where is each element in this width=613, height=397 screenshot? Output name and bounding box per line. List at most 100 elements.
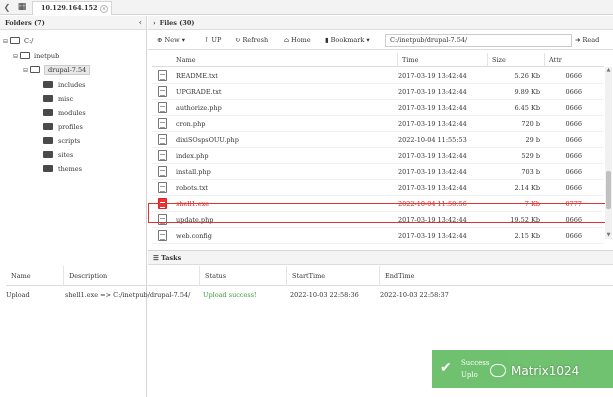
files-header: › Files (30)	[148, 16, 613, 30]
file-icon	[158, 134, 167, 145]
file-name: robots.txt	[176, 184, 208, 192]
tree-node-c[interactable]: ⊟ C:/	[3, 35, 33, 47]
folders-title: Folders (7)	[5, 19, 45, 27]
file-time: 2017-03-19 13:42:44	[398, 88, 467, 96]
col-size[interactable]: Size	[487, 53, 542, 67]
file-time: 2017-03-19 13:42:44	[398, 232, 467, 240]
tree-node-inetpub[interactable]: ⊟ inetpub	[13, 50, 59, 62]
tasks-header: ☰ Tasks	[148, 251, 613, 265]
col-name[interactable]: Name	[172, 53, 196, 67]
task-row[interactable]: Upload shell1.exe => C:/inetpub/drupal-7…	[6, 287, 613, 303]
file-row[interactable]: authorize.php 2017-03-19 13:42:44 6.45 Kb 0…	[152, 100, 604, 116]
file-attr: 0666	[565, 232, 582, 240]
scroll-up-icon[interactable]: ▲	[605, 67, 612, 74]
file-row[interactable]: README.txt 2017-03-19 13:42:44 5.26 Kb 0666	[152, 68, 604, 84]
file-time: 2022-10-04 11:55:53	[398, 136, 467, 144]
tab-close-icon[interactable]: ×	[100, 5, 108, 13]
tree-node-label: C:/	[24, 37, 34, 45]
file-row[interactable]: web.config 2017-03-19 13:42:44 2.15 Kb 0666	[152, 228, 604, 244]
watermark: Matrix1024	[490, 361, 613, 381]
files-table-header: Name Time Size Attr	[152, 53, 604, 67]
tree-node-sites[interactable]: sites	[43, 149, 73, 161]
tree-toggle-icon[interactable]: ⊟	[13, 51, 20, 63]
task-name: Upload	[6, 291, 30, 299]
watermark-text: Matrix1024	[511, 364, 580, 378]
refresh-icon: ↻	[235, 36, 241, 44]
file-name: index.php	[176, 152, 209, 160]
scrollbar-thumb[interactable]	[606, 171, 611, 209]
file-size: 720 b	[521, 120, 540, 128]
files-scrollbar[interactable]: ▲ ▼	[605, 67, 612, 239]
file-size: 703 b	[521, 168, 540, 176]
session-tab-label: 10.129.164.152	[41, 4, 98, 12]
file-time: 2017-03-19 13:42:44	[398, 152, 467, 160]
file-row[interactable]: cron.php 2017-03-19 13:42:44 720 b 0666	[152, 116, 604, 132]
tree-toggle-icon[interactable]: ⊟	[3, 36, 10, 48]
up-button[interactable]: ↑ UP	[204, 34, 221, 47]
tasks-table-header: Name Description Status StartTime EndTim…	[6, 266, 613, 286]
folders-panel: Folders (7) ‹ ⊟ C:/ ⊟ inetpub ⊟ drupal-7.54…	[0, 16, 147, 397]
file-time: 2017-03-19 13:42:44	[398, 120, 467, 128]
file-icon	[158, 86, 167, 97]
grid-menu-icon[interactable]: ▦	[15, 2, 29, 13]
tree-node-scripts[interactable]: scripts	[43, 135, 80, 147]
file-icon	[158, 166, 167, 177]
tree-toggle-icon[interactable]: ⊟	[23, 65, 30, 77]
tree-node-label: profiles	[58, 123, 83, 131]
task-col-status: Status	[199, 266, 226, 286]
folders-header: Folders (7) ‹	[0, 16, 146, 30]
task-status: Upload success!	[203, 291, 257, 299]
tree-node-label: includes	[58, 81, 86, 89]
file-icon	[158, 182, 167, 193]
tree-node-themes[interactable]: themes	[43, 163, 82, 175]
read-button[interactable]: ➜ Read	[575, 34, 599, 47]
tree-node-drupal[interactable]: ⊟ drupal-7.54	[23, 64, 91, 77]
folder-icon	[43, 165, 53, 172]
caret-down-icon: ▾	[181, 36, 185, 44]
task-col-end: EndTime	[379, 266, 415, 286]
new-button[interactable]: ⊕ New ▾	[157, 34, 185, 47]
file-attr: 0666	[565, 88, 582, 96]
folder-icon	[43, 109, 53, 116]
file-time: 2017-03-19 13:42:44	[398, 72, 467, 80]
col-time[interactable]: Time	[397, 53, 485, 67]
new-icon: ⊕	[157, 36, 163, 44]
highlight-box	[148, 203, 606, 223]
task-end-time: 2022-10-03 22:58:37	[380, 291, 449, 299]
arrow-right-icon: ➜	[575, 36, 581, 44]
tree-node-includes[interactable]: includes	[43, 79, 86, 91]
session-tab[interactable]: 10.129.164.152 ×	[32, 1, 112, 15]
tree-node-modules[interactable]: modules	[43, 107, 86, 119]
col-attr[interactable]: Attr	[544, 53, 604, 67]
refresh-button[interactable]: ↻ Refresh	[235, 34, 268, 47]
home-button[interactable]: ⌂ Home	[284, 34, 311, 47]
file-attr: 0666	[565, 72, 582, 80]
tree-node-profiles[interactable]: profiles	[43, 121, 83, 133]
tasks-list-icon: ☰	[153, 254, 159, 262]
folder-icon	[43, 151, 53, 158]
file-row[interactable]: robots.txt 2017-03-19 13:42:44 2.14 Kb 0666	[152, 180, 604, 196]
scroll-down-icon[interactable]: ▼	[605, 232, 612, 239]
caret-down-icon: ▾	[366, 36, 370, 44]
path-input[interactable]: C:/inetpub/drupal-7.54/	[385, 34, 572, 47]
file-row[interactable]: index.php 2017-03-19 13:42:44 529 b 0666	[152, 148, 604, 164]
file-row[interactable]: dixiSOspsOUU.php 2022-10-04 11:55:53 29 b 0…	[152, 132, 604, 148]
tree-node-label: themes	[58, 165, 82, 173]
collapse-left-icon[interactable]: ‹	[139, 16, 142, 30]
folder-icon	[43, 137, 53, 144]
refresh-label: Refresh	[242, 36, 269, 44]
file-row[interactable]: UPGRADE.txt 2017-03-19 13:42:44 9.89 Kb 066…	[152, 84, 604, 100]
file-icon	[158, 118, 167, 129]
file-name: web.config	[176, 232, 212, 240]
tree-node-misc[interactable]: misc	[43, 93, 73, 105]
up-label: UP	[211, 36, 222, 44]
tree-node-label: sites	[58, 151, 74, 159]
top-tab-bar: ❮ ▦ 10.129.164.152 ×	[0, 0, 613, 15]
file-attr: 0666	[565, 136, 582, 144]
files-title: Files (30)	[159, 19, 195, 27]
file-row[interactable]: install.php 2017-03-19 13:42:44 703 b 0666	[152, 164, 604, 180]
folder-open-icon	[30, 66, 40, 73]
bookmark-button[interactable]: ▮ Bookmark ▾	[325, 34, 370, 47]
collapse-right-icon[interactable]: ›	[153, 19, 156, 27]
back-icon[interactable]: ❮	[1, 1, 13, 14]
